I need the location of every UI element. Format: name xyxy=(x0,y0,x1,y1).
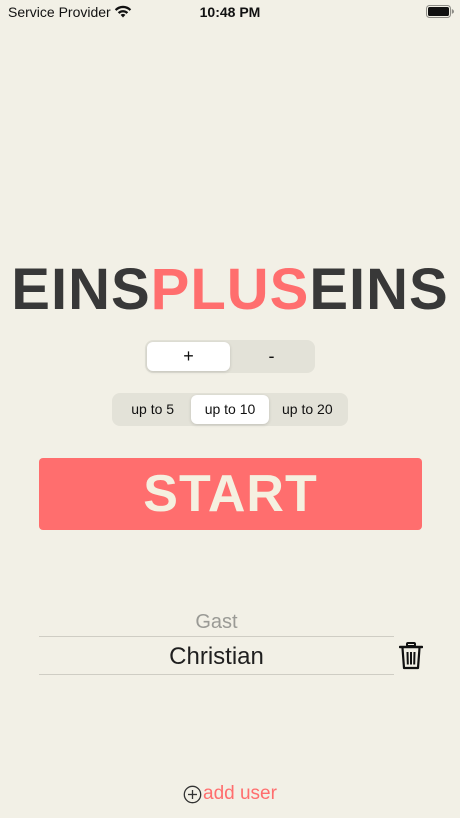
user-divider xyxy=(39,674,394,675)
range-segmented-control: up to 5 up to 10 up to 20 xyxy=(112,393,348,426)
title-part-eins-left: EINS xyxy=(11,257,151,322)
user-item-christian[interactable]: Christian xyxy=(39,642,394,672)
start-button[interactable]: START xyxy=(39,458,422,530)
clock: 10:48 PM xyxy=(199,4,261,20)
app-title: EINSPLUSEINS xyxy=(0,256,460,323)
title-part-plus: PLUS xyxy=(150,257,310,322)
user-item-gast[interactable]: Gast xyxy=(39,608,394,636)
title-part-eins-right: EINS xyxy=(309,257,449,322)
user-divider xyxy=(39,636,394,637)
battery-icon xyxy=(426,5,454,18)
plus-circle-icon xyxy=(183,785,202,803)
add-user-label: add user xyxy=(203,783,277,804)
trash-icon[interactable] xyxy=(399,642,423,670)
add-user-row: add user xyxy=(0,783,460,805)
operator-plus-segment[interactable]: + xyxy=(147,342,230,371)
add-user-button[interactable]: add user xyxy=(183,783,277,805)
operator-minus-segment[interactable]: - xyxy=(230,342,313,371)
status-bar: Service Provider 10:48 PM xyxy=(0,0,460,24)
range-up-to-10-segment[interactable]: up to 10 xyxy=(191,395,269,424)
operator-segmented-control: + - xyxy=(145,340,315,373)
range-up-to-20-segment[interactable]: up to 20 xyxy=(269,395,346,424)
range-up-to-5-segment[interactable]: up to 5 xyxy=(114,395,191,424)
